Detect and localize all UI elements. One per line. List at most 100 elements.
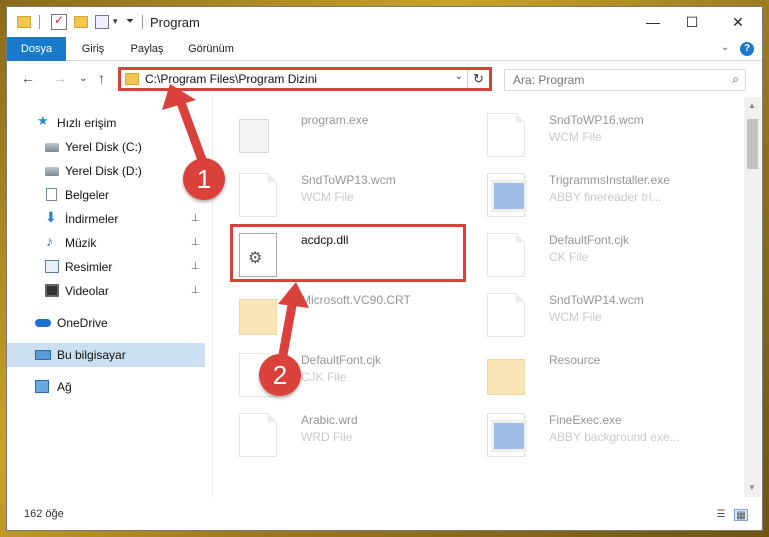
pictures-icon (45, 260, 59, 273)
ribbon-tabs: Dosya Giriş Paylaş Görünüm ⌄ ? (7, 37, 762, 61)
star-icon: ★ (37, 113, 49, 128)
address-dropdown-icon[interactable]: ⌄ (455, 71, 463, 82)
qa-dropdown-icon[interactable]: ▾ (113, 16, 118, 27)
sidebar-item-downloads[interactable]: ⬇ İndirmeler ⊥ (7, 207, 205, 231)
file-item[interactable]: SndToWP13.wcm WCM File (231, 169, 481, 229)
refresh-button[interactable]: ↻ (467, 70, 489, 88)
window-title: Program (150, 15, 200, 30)
pane-divider[interactable] (212, 97, 213, 497)
sidebar-item-label: Hızlı erişim (57, 116, 117, 130)
sidebar-item-label: Müzik (65, 236, 97, 250)
sidebar-item-local-disk-c[interactable]: Yerel Disk (C:) (7, 135, 205, 159)
file-type: ABBY finereader tri... (549, 190, 662, 204)
title-separator (142, 15, 143, 29)
pin-icon[interactable]: ⊥ (191, 261, 200, 272)
sidebar-item-onedrive[interactable]: OneDrive (7, 311, 205, 335)
up-button[interactable]: ↑ (98, 70, 105, 86)
sidebar-item-label: Bu bilgisayar (57, 348, 126, 362)
file-item[interactable]: FineExec.exe ABBY background exe... (479, 409, 729, 469)
pin-icon[interactable]: ⊥ (191, 213, 200, 224)
sidebar-item-documents[interactable]: Belgeler (7, 183, 205, 207)
file-name: program.exe (301, 113, 369, 127)
navigation-bar: ← → ⌄ ↑ C:\Program Files\Program Dizini … (7, 62, 762, 96)
disk-icon (45, 143, 59, 152)
ribbon-expand-icon[interactable]: ⌄ (721, 42, 729, 53)
file-type: CJK File (301, 370, 347, 384)
file-type: WRD File (301, 430, 353, 444)
scroll-down-icon[interactable]: ▼ (748, 483, 756, 492)
file-item[interactable]: Microsoft.VC90.CRT (231, 289, 481, 349)
address-path[interactable]: C:\Program Files\Program Dizini (145, 72, 317, 86)
music-icon: ♪ (46, 233, 53, 249)
documents-icon (46, 188, 57, 201)
address-folder-icon (125, 73, 139, 85)
navigation-pane: ★ Hızlı erişim Yerel Disk (C:) Yerel Dis… (7, 97, 207, 497)
file-item[interactable]: TrigrammsInstaller.exe ABBY finereader t… (479, 169, 729, 229)
file-name: SndToWP14.wcm (549, 293, 644, 307)
file-item[interactable]: SndToWP16.wcm WCM File (479, 109, 729, 169)
document-icon (487, 293, 525, 337)
forward-button[interactable]: → (53, 70, 67, 86)
recent-locations-button[interactable]: ⌄ (79, 73, 87, 84)
sidebar-item-label: Resimler (65, 260, 113, 274)
video-icon (45, 284, 59, 297)
sidebar-item-label: Ağ (57, 380, 72, 394)
file-name: TrigrammsInstaller.exe (549, 173, 670, 187)
address-bar[interactable]: C:\Program Files\Program Dizini ⌄ ↻ (118, 67, 492, 91)
folder-icon (17, 16, 31, 28)
sidebar-item-network[interactable]: Ağ (7, 375, 205, 399)
sidebar-item-label: OneDrive (57, 316, 108, 330)
details-view-icon[interactable]: ☰ (714, 509, 728, 521)
network-icon (35, 380, 49, 393)
file-name: SndToWP16.wcm (549, 113, 644, 127)
tab-gorunum[interactable]: Görünüm (179, 37, 243, 61)
scroll-thumb[interactable] (747, 119, 758, 169)
file-name: Microsoft.VC90.CRT (301, 293, 411, 307)
search-input[interactable]: Ara: Program (513, 73, 584, 87)
file-item[interactable]: Arabic.wrd WRD File (231, 409, 481, 469)
search-icon[interactable]: ⌕ (732, 72, 739, 87)
new-folder-icon[interactable] (74, 16, 88, 28)
sidebar-item-pictures[interactable]: Resimler ⊥ (7, 255, 205, 279)
file-item[interactable]: DefaultFont.cjk CK File (479, 229, 729, 289)
sidebar-item-music[interactable]: ♪ Müzik ⊥ (7, 231, 205, 255)
sidebar-item-videos[interactable]: Videolar ⊥ (7, 279, 205, 303)
maximize-button[interactable]: ☐ (669, 7, 715, 37)
sidebar-item-this-pc[interactable]: Bu bilgisayar (7, 343, 205, 367)
back-button[interactable]: ← (21, 70, 35, 86)
file-item[interactable]: Resource (479, 349, 729, 409)
file-name: DefaultFont.cjk (549, 233, 630, 247)
sidebar-item-label: Videolar (65, 284, 109, 298)
file-item[interactable]: program.exe (231, 109, 481, 169)
tab-giris[interactable]: Giriş (71, 37, 115, 61)
vertical-scrollbar[interactable]: ▲ ▼ (744, 97, 761, 497)
sidebar-item-label: İndirmeler (65, 212, 119, 226)
file-type: CK File (549, 250, 589, 264)
file-name: Arabic.wrd (301, 413, 358, 427)
tab-paylas[interactable]: Paylaş (119, 37, 175, 61)
sidebar-item-quick-access[interactable]: ★ Hızlı erişim (7, 111, 205, 135)
file-list: program.exe SndToWP16.wcm WCM File SndTo… (217, 97, 743, 497)
customize-icon[interactable] (95, 15, 109, 29)
large-icons-view-icon[interactable]: ▦ (734, 509, 748, 521)
file-name: DefaultFont.cjk (301, 353, 382, 367)
qa-customize-icon[interactable]: ⏷ (126, 16, 134, 27)
setup-icon (239, 119, 269, 153)
status-bar: 162 öğe ☰ ▦ (7, 500, 762, 530)
cloud-icon (35, 319, 51, 327)
file-name: FineExec.exe (549, 413, 622, 427)
pin-icon[interactable]: ⊥ (191, 237, 200, 248)
tab-dosya[interactable]: Dosya (7, 37, 66, 61)
close-button[interactable]: ✕ (715, 7, 761, 37)
sidebar-item-local-disk-d[interactable]: Yerel Disk (D:) (7, 159, 205, 183)
pin-icon[interactable]: ⊥ (191, 285, 200, 296)
scroll-up-icon[interactable]: ▲ (748, 101, 756, 110)
app-window-icon (487, 173, 527, 217)
step-badge-2: 2 (259, 354, 301, 396)
help-icon[interactable]: ? (740, 42, 754, 56)
item-count: 162 öğe (24, 508, 64, 520)
file-item[interactable]: SndToWP14.wcm WCM File (479, 289, 729, 349)
document-icon (487, 233, 525, 277)
properties-check-icon[interactable] (51, 13, 67, 30)
search-box[interactable]: Ara: Program ⌕ (504, 69, 746, 91)
